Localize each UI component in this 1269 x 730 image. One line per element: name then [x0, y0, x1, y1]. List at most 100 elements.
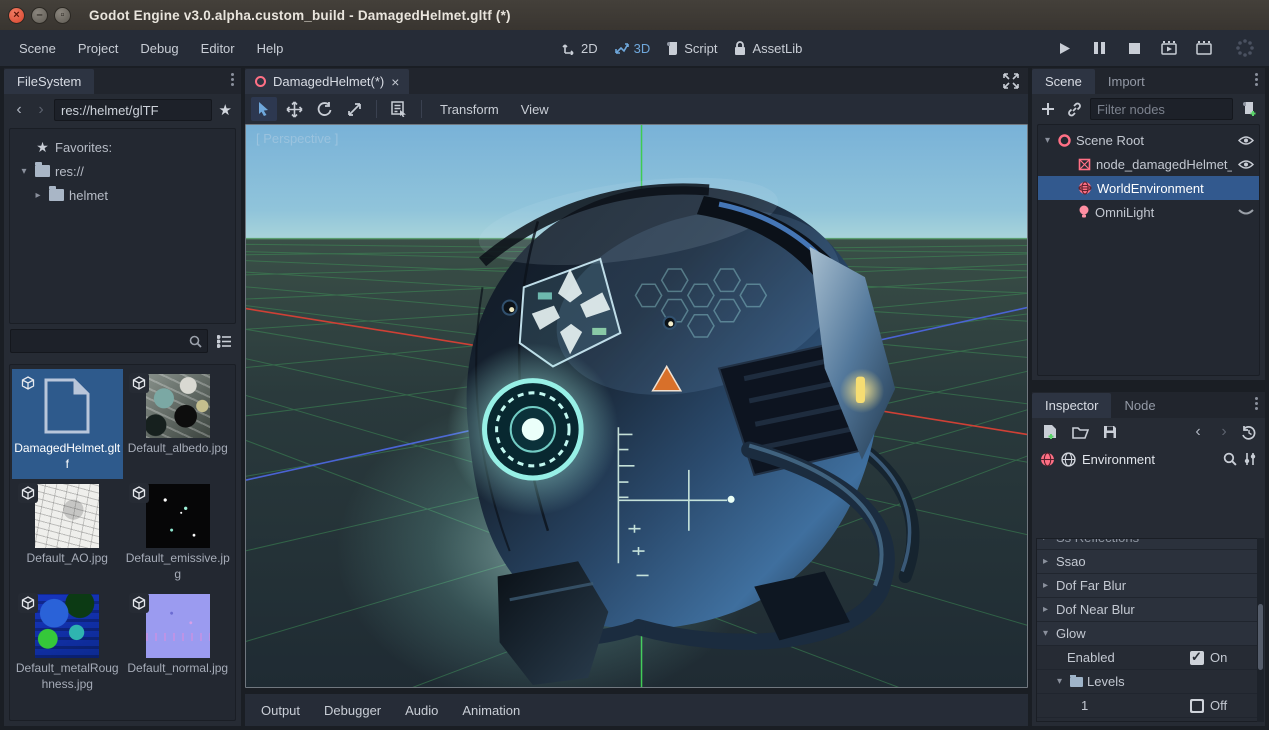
inspector-scrollbar[interactable] — [1257, 538, 1264, 722]
main-editor-area: DamagedHelmet(*) × Transform View — [245, 68, 1028, 726]
section-dof-near-blur[interactable]: ▸Dof Near Blur — [1037, 598, 1260, 622]
select-mode-button[interactable] — [251, 97, 277, 121]
glow-enabled-checkbox[interactable] — [1190, 651, 1204, 665]
attach-script-button[interactable] — [1239, 99, 1259, 119]
new-resource-button[interactable] — [1040, 422, 1060, 442]
play-scene-button[interactable] — [1158, 37, 1180, 59]
move-mode-button[interactable] — [281, 97, 307, 121]
list-select-button[interactable] — [386, 97, 412, 121]
tab-inspector[interactable]: Inspector — [1032, 393, 1111, 418]
workspace-script-label: Script — [684, 41, 717, 56]
save-resource-button[interactable] — [1100, 422, 1120, 442]
view-menu[interactable]: View — [512, 102, 558, 117]
file-thumbnail — [35, 484, 99, 548]
visibility-eye-icon[interactable] — [1237, 159, 1255, 170]
property-glow-levels-group[interactable]: ▾ Levels — [1037, 670, 1260, 694]
window-maximize-button[interactable]: ▫ — [54, 7, 71, 24]
instance-scene-button[interactable] — [1064, 99, 1084, 119]
visibility-eye-closed-icon[interactable] — [1237, 208, 1255, 217]
visibility-eye-icon[interactable] — [1237, 135, 1255, 146]
window-close-button[interactable]: × — [8, 7, 25, 24]
file-tile-default-normal[interactable]: Default_normal.jpg — [123, 589, 234, 699]
tree-node-omnilight[interactable]: OmniLight — [1038, 200, 1259, 224]
scene-menu-dots-icon[interactable] — [1255, 73, 1258, 86]
file-tile-default-ao[interactable]: Default_AO.jpg — [12, 479, 123, 589]
section-dof-far-blur[interactable]: ▸Dof Far Blur — [1037, 574, 1260, 598]
omni-light-icon — [1078, 205, 1090, 219]
inspector-menu-dots-icon[interactable] — [1255, 397, 1258, 410]
history-back-button[interactable]: ‹ — [1189, 423, 1207, 441]
fs-favorite-toggle-star-icon[interactable]: ★ — [216, 101, 235, 119]
audio-panel-button[interactable]: Audio — [395, 699, 448, 722]
checkbox-state-label: On — [1210, 650, 1227, 665]
workspace-script[interactable]: Script — [666, 41, 717, 56]
pause-button[interactable] — [1088, 37, 1110, 59]
collapse-arrow-icon[interactable]: ▾ — [18, 166, 30, 177]
perspective-label[interactable]: [ Perspective ] — [256, 131, 338, 146]
node-name: Scene Root — [1076, 133, 1232, 148]
menu-project[interactable]: Project — [67, 30, 129, 66]
collapse-arrow-icon[interactable]: ▾ — [1042, 135, 1053, 146]
section-glow[interactable]: ▾Glow — [1037, 622, 1260, 646]
menu-editor[interactable]: Editor — [190, 30, 246, 66]
fs-path-input[interactable] — [54, 99, 212, 121]
file-tile-default-emissive[interactable]: Default_emissive.jpg — [123, 479, 234, 589]
tree-node-damagedhelmet[interactable]: node_damagedHelmet_- — [1038, 152, 1259, 176]
stop-button[interactable] — [1123, 37, 1145, 59]
fs-view-toggle-list-icon[interactable] — [213, 331, 235, 351]
object-history-icon[interactable] — [1241, 425, 1257, 440]
menu-help[interactable]: Help — [246, 30, 295, 66]
new-resource-icon — [1043, 424, 1057, 440]
scrollbar-thumb[interactable] — [1258, 604, 1263, 670]
menu-debug[interactable]: Debug — [129, 30, 189, 66]
menu-scene[interactable]: Scene — [8, 30, 67, 66]
transform-menu[interactable]: Transform — [431, 102, 508, 117]
file-tile-damagedhelmet-gltf[interactable]: DamagedHelmet.gltf — [12, 369, 123, 479]
2d-icon — [562, 41, 576, 55]
scene-tab-close-icon[interactable]: × — [391, 74, 399, 90]
output-panel-button[interactable]: Output — [251, 699, 310, 722]
distraction-free-expand-icon[interactable] — [1002, 72, 1020, 90]
rotate-mode-button[interactable] — [311, 97, 337, 121]
filter-nodes-input[interactable] — [1090, 98, 1233, 120]
tab-import[interactable]: Import — [1095, 69, 1158, 94]
section-ss-reflections[interactable]: ▸Ss Reflections — [1037, 538, 1260, 550]
section-ssao[interactable]: ▸Ssao — [1037, 550, 1260, 574]
file-tile-default-albedo[interactable]: Default_albedo.jpg — [123, 369, 234, 479]
tree-node-scene-root[interactable]: ▾ Scene Root — [1038, 128, 1259, 152]
play-button[interactable] — [1053, 37, 1075, 59]
scale-mode-button[interactable] — [341, 97, 367, 121]
animation-panel-button[interactable]: Animation — [452, 699, 530, 722]
fs-tree-favorites[interactable]: ★ Favorites: — [14, 135, 231, 159]
add-node-button[interactable] — [1038, 99, 1058, 119]
workspace-2d[interactable]: 2D — [562, 41, 598, 56]
scene-panel: Scene Import ▾ Scene Root — [1032, 68, 1265, 380]
fs-tree-res-root[interactable]: ▾ res:// — [14, 159, 231, 183]
tab-scene[interactable]: Scene — [1032, 69, 1095, 94]
tab-filesystem[interactable]: FileSystem — [4, 69, 94, 94]
history-forward-button[interactable]: › — [1215, 423, 1233, 441]
fs-forward-button[interactable]: › — [32, 101, 50, 119]
file-tile-default-metalroughness[interactable]: Default_metalRoughness.jpg — [12, 589, 123, 699]
play-custom-scene-button[interactable] — [1193, 37, 1215, 59]
property-list: ▸Ss Reflections ▸Ssao ▸Dof Far Blur ▸Dof… — [1036, 538, 1261, 722]
expand-arrow-icon[interactable]: ▸ — [32, 190, 44, 201]
3d-viewport[interactable]: [ Perspective ] — [245, 124, 1028, 688]
level-1-checkbox[interactable] — [1190, 699, 1204, 713]
window-minimize-button[interactable]: – — [31, 7, 48, 24]
fs-back-button[interactable]: ‹ — [10, 101, 28, 119]
property-tools-icon[interactable] — [1243, 452, 1257, 466]
fs-tree-helmet[interactable]: ▸ helmet — [14, 183, 231, 207]
property-search-icon[interactable] — [1223, 452, 1237, 466]
filesystem-menu-dots-icon[interactable] — [231, 73, 234, 86]
debugger-panel-button[interactable]: Debugger — [314, 699, 391, 722]
tree-node-worldenvironment[interactable]: WorldEnvironment — [1038, 176, 1259, 200]
workspace-assetlib[interactable]: AssetLib — [733, 41, 802, 56]
checkbox-state-label: Off — [1210, 698, 1227, 713]
tab-node[interactable]: Node — [1111, 393, 1168, 418]
load-resource-button[interactable] — [1070, 422, 1090, 442]
scene-tab-damagedhelmet[interactable]: DamagedHelmet(*) × — [245, 69, 409, 94]
workspace-3d[interactable]: 3D — [614, 41, 651, 56]
fs-search-input[interactable] — [10, 329, 208, 353]
scene-3d-icon — [255, 76, 266, 87]
